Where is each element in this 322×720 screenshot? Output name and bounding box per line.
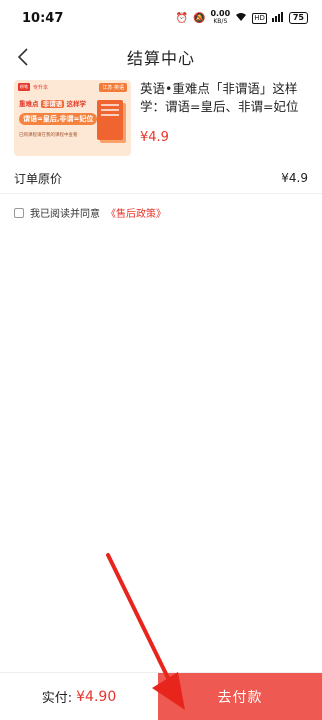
product-cover-image: 粉笔 专升本 江苏·英语 重难点 非谓语 这样学 谓语=皇后,非谓=妃位 已购课… (14, 80, 131, 156)
agreement-row: 我已阅读并同意 《售后政策》 (14, 205, 166, 220)
cover-header: 粉笔 专升本 江苏·英语 (14, 80, 131, 94)
hd-badge: HD (252, 12, 267, 24)
product-title: 英语•重难点「非谓语」这样学：谓语=皇后、非谓=妃位 (140, 81, 299, 114)
status-bar: 10:47 ⏰ 🔕 0.00 KB/S HD 75 (0, 0, 322, 36)
cover-headline: 重难点 非谓语 这样学 (19, 98, 86, 108)
battery-icon: 75 (288, 12, 308, 24)
total-label: 实付: (41, 691, 73, 706)
agreement-checkbox[interactable] (14, 207, 24, 218)
checkout-page: 10:47 ⏰ 🔕 0.00 KB/S HD 75 结算中心 粉笔 专升本 江苏… (0, 0, 322, 720)
chevron-left-icon (17, 48, 28, 66)
net-speed: 0.00 KB/S (210, 10, 230, 26)
cover-subline: 谓语=皇后,非谓=妃位 (19, 113, 98, 125)
order-original-value: ¥4.9 (281, 171, 308, 185)
cover-headline-highlight: 非谓语 (40, 100, 65, 108)
net-speed-value: 0.00 (210, 9, 231, 18)
pay-button[interactable]: 去付款 (158, 673, 322, 720)
cover-logo: 粉笔 (18, 83, 30, 91)
book-icon (97, 100, 123, 140)
mute-icon: 🔕 (193, 12, 206, 24)
total-amount: ¥4.90 (76, 688, 117, 705)
alarm-icon: ⏰ (175, 12, 188, 24)
signal-icon (271, 11, 284, 25)
order-original-price-row: 订单原价 ¥4.9 (14, 166, 308, 190)
product-card[interactable]: 粉笔 专升本 江苏·英语 重难点 非谓语 这样学 谓语=皇后,非谓=妃位 已购课… (14, 80, 310, 160)
cover-tag: 江苏·英语 (99, 82, 127, 92)
cover-brand: 专升本 (33, 84, 49, 91)
status-time: 10:47 (22, 10, 64, 26)
status-icons: ⏰ 🔕 0.00 KB/S HD 75 (176, 10, 308, 26)
back-button[interactable] (6, 40, 40, 74)
page-title: 结算中心 (126, 49, 195, 68)
order-original-label: 订单原价 (14, 171, 63, 186)
bottom-bar: 实付: ¥4.90 去付款 (0, 672, 322, 720)
cover-headline-suffix: 这样学 (66, 100, 87, 108)
total-section: 实付: ¥4.90 (0, 673, 158, 720)
net-speed-unit: KB/S (213, 18, 228, 25)
nav-bar: 结算中心 (0, 36, 322, 78)
cover-headline-prefix: 重难点 (19, 100, 39, 108)
agreement-text: 我已阅读并同意 (30, 209, 100, 220)
divider (0, 193, 322, 194)
product-info: 英语•重难点「非谓语」这样学：谓语=皇后、非谓=妃位 ¥4.9 (140, 80, 310, 160)
product-price: ¥4.9 (140, 130, 169, 145)
cover-note: 已购课程请在我的课程中查看 (19, 133, 78, 138)
after-sales-policy-link[interactable]: 《售后政策》 (106, 205, 166, 220)
wifi-icon (235, 12, 247, 25)
